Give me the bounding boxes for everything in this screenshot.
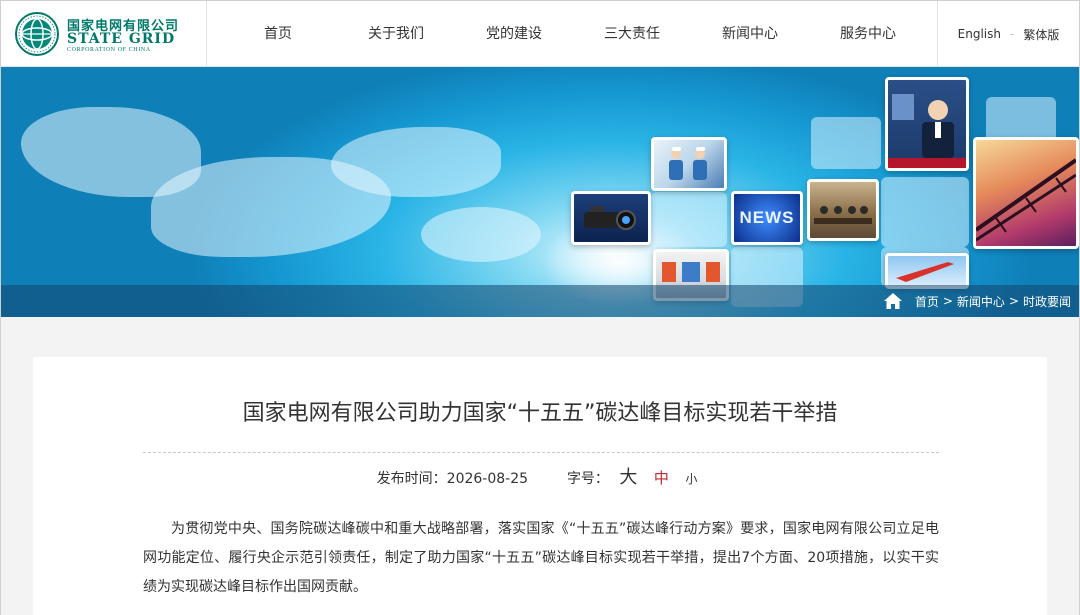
lang-english-link[interactable]: English: [958, 27, 1001, 41]
publish-date: 2026-08-25: [446, 471, 529, 487]
language-switcher: English - 繁体版: [937, 1, 1079, 67]
banner: NEWS 首页 > 新闻中心 > 时政要闻: [1, 67, 1079, 317]
banner-photo-meeting: [807, 179, 879, 241]
breadcrumb-home[interactable]: 首页: [915, 293, 939, 310]
title-divider: [143, 452, 939, 453]
breadcrumb-separator: >: [1008, 294, 1019, 308]
banner-photo-camera: [571, 191, 651, 245]
camera-icon: [584, 206, 636, 230]
news-tile-text: NEWS: [739, 208, 795, 227]
logo-name-en: STATE GRID: [67, 31, 176, 47]
banner-photo-anchor: [885, 77, 969, 171]
font-size-small[interactable]: 小: [685, 472, 697, 486]
power-line-icon: [976, 158, 1076, 242]
lang-separator: -: [1009, 27, 1015, 41]
anchor-icon: [888, 94, 966, 168]
nav-home[interactable]: 首页: [219, 1, 337, 67]
banner-map-shape: [421, 207, 541, 262]
logo[interactable]: 国家电网有限公司 STATE GRID CORPORATION OF CHINA: [1, 1, 207, 67]
aircraft-icon: [896, 262, 954, 282]
site-header: 国家电网有限公司 STATE GRID CORPORATION OF CHINA…: [1, 1, 1079, 67]
banner-tile: [651, 192, 727, 247]
logo-subtitle: CORPORATION OF CHINA: [67, 47, 151, 53]
breadcrumb-news[interactable]: 新闻中心: [957, 293, 1005, 310]
publish-label: 发布时间：: [376, 471, 447, 487]
main-nav: 首页 关于我们 党的建设 三大责任 新闻中心 服务中心: [219, 1, 927, 67]
lang-traditional-link[interactable]: 繁体版: [1023, 26, 1059, 43]
nav-news[interactable]: 新闻中心: [691, 1, 809, 67]
nav-service[interactable]: 服务中心: [809, 1, 927, 67]
banner-tile: [811, 117, 881, 169]
nav-party[interactable]: 党的建设: [455, 1, 573, 67]
breadcrumb-current[interactable]: 时政要闻: [1023, 293, 1071, 310]
banner-photo-workers: [651, 137, 727, 191]
banner-tile: [881, 177, 969, 247]
article-title: 国家电网有限公司助力国家“十五五”碳达峰目标实现若干举措: [242, 401, 838, 426]
font-size-large[interactable]: 大: [619, 467, 637, 488]
breadcrumb-separator: >: [942, 294, 953, 308]
banner-photo-lines: [973, 137, 1079, 249]
banner-map-shape: [331, 127, 501, 197]
breadcrumb: 首页 > 新闻中心 > 时政要闻: [883, 290, 1073, 312]
banner-photo-aircraft: [885, 253, 969, 289]
article-body: 为贯彻党中央、国务院碳达峰碳中和重大战略部署，落实国家《“十五五”碳达峰行动方案…: [143, 521, 939, 595]
nav-responsibility[interactable]: 三大责任: [573, 1, 691, 67]
font-size-label: 字号：: [566, 471, 609, 487]
banner-photo-news: NEWS: [731, 191, 803, 245]
meeting-icon: [814, 206, 872, 224]
workers-icon: [669, 147, 707, 180]
banner-tile: [986, 97, 1056, 142]
state-grid-emblem-icon: [15, 12, 59, 56]
article-meta: 发布时间：2026-08-25 字号： 大 中 小: [1, 463, 1079, 489]
font-size-medium[interactable]: 中: [654, 469, 669, 487]
nav-about[interactable]: 关于我们: [337, 1, 455, 67]
home-icon[interactable]: [883, 292, 903, 310]
